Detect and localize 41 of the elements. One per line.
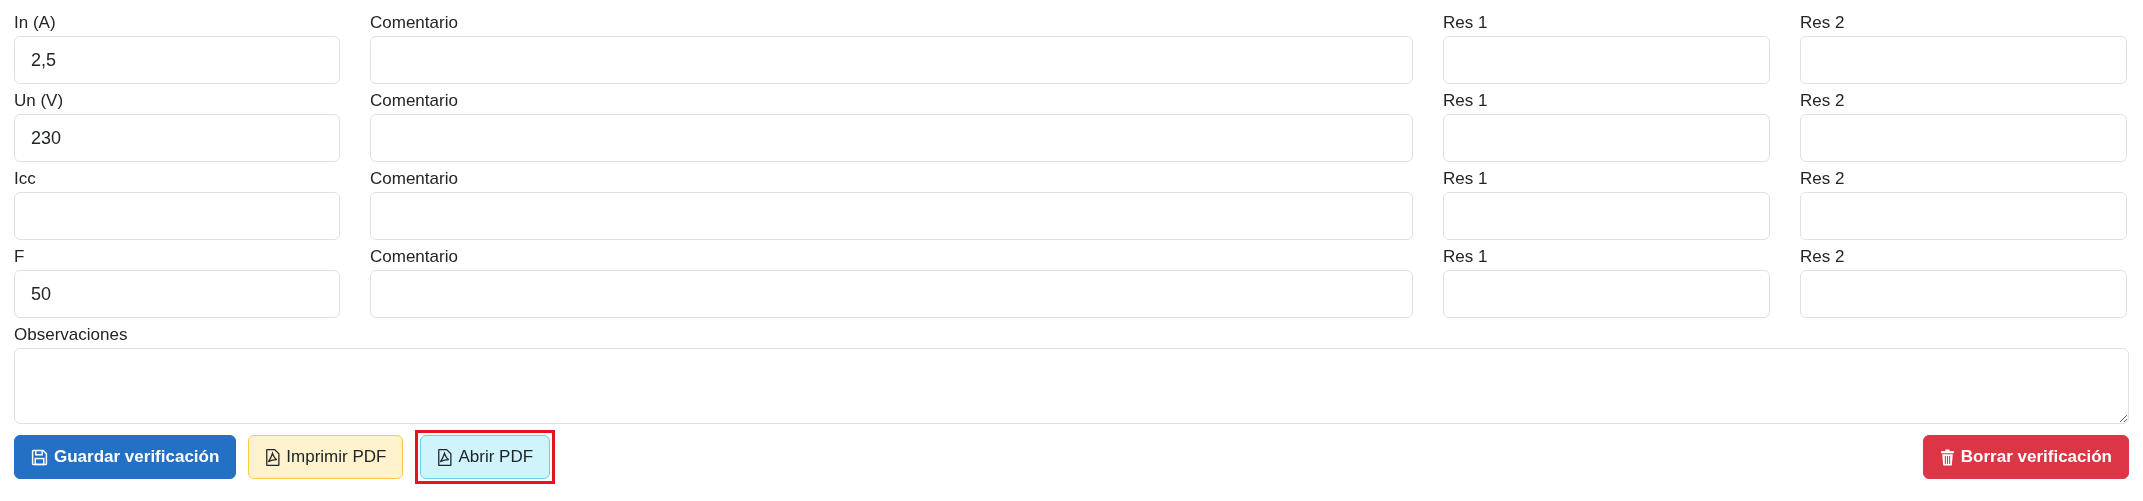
- input-field[interactable]: [1800, 192, 2127, 240]
- field-label: Comentario: [370, 168, 458, 190]
- trash-icon: [1939, 448, 1955, 466]
- field-label: Un (V): [14, 90, 64, 112]
- input-field[interactable]: [1443, 114, 1770, 162]
- input-field[interactable]: [1443, 270, 1770, 318]
- field-label: Res 2: [1800, 12, 1845, 34]
- input-field[interactable]: [1800, 36, 2127, 84]
- field-label: Icc: [14, 168, 36, 190]
- field-label: Res 2: [1800, 168, 1845, 190]
- input-field[interactable]: [1443, 192, 1770, 240]
- field-label: Res 2: [1800, 246, 1845, 268]
- input-field[interactable]: [370, 114, 1413, 162]
- field-label: Res 2: [1800, 90, 1845, 112]
- text-area[interactable]: [14, 348, 2129, 424]
- input-field[interactable]: [370, 36, 1413, 84]
- field-label: Res 1: [1443, 90, 1488, 112]
- field-label: F: [14, 246, 25, 268]
- field-label: Comentario: [370, 246, 458, 268]
- field-label: Res 1: [1443, 168, 1488, 190]
- save-button[interactable]: Guardar verificación: [14, 435, 237, 479]
- field-label: Res 1: [1443, 12, 1488, 34]
- input-field[interactable]: [1800, 114, 2127, 162]
- input-field[interactable]: [370, 270, 1413, 318]
- input-field[interactable]: 50: [14, 270, 340, 318]
- input-field[interactable]: [370, 192, 1413, 240]
- field-label: Observaciones: [14, 324, 128, 346]
- input-field[interactable]: 230: [14, 114, 340, 162]
- delete-button[interactable]: Borrar verificación: [1922, 435, 2129, 479]
- field-label: Comentario: [370, 12, 458, 34]
- input-field[interactable]: [1800, 270, 2127, 318]
- pdf-file-icon: [437, 448, 453, 466]
- field-label: Res 1: [1443, 246, 1488, 268]
- print-button[interactable]: Imprimir PDF: [248, 435, 404, 479]
- field-label: Comentario: [370, 90, 458, 112]
- input-field[interactable]: [14, 192, 340, 240]
- pdf-file-icon: [265, 448, 281, 466]
- input-field[interactable]: 2,5: [14, 36, 340, 84]
- field-label: In (A): [14, 12, 56, 34]
- input-field[interactable]: [1443, 36, 1770, 84]
- open-button[interactable]: Abrir PDF: [420, 435, 551, 479]
